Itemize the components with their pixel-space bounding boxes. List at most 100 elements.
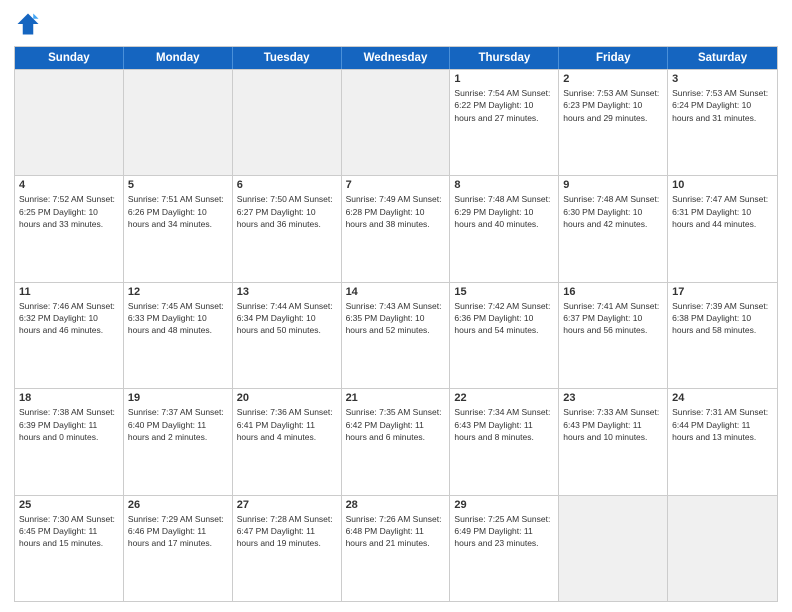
day-info: Sunrise: 7:35 AM Sunset: 6:42 PM Dayligh…	[346, 406, 446, 443]
calendar-day-25: 25 Sunrise: 7:30 AM Sunset: 6:45 PM Dayli…	[15, 496, 124, 601]
day-number: 8	[454, 179, 554, 191]
day-info: Sunrise: 7:38 AM Sunset: 6:39 PM Dayligh…	[19, 406, 119, 443]
day-info: Sunrise: 7:42 AM Sunset: 6:36 PM Dayligh…	[454, 300, 554, 337]
header-day-monday: Monday	[124, 47, 233, 69]
day-number: 21	[346, 392, 446, 404]
calendar-empty-cell	[124, 70, 233, 175]
day-number: 24	[672, 392, 773, 404]
header-day-tuesday: Tuesday	[233, 47, 342, 69]
day-info: Sunrise: 7:52 AM Sunset: 6:25 PM Dayligh…	[19, 193, 119, 230]
calendar-empty-cell	[668, 496, 777, 601]
day-info: Sunrise: 7:47 AM Sunset: 6:31 PM Dayligh…	[672, 193, 773, 230]
header-day-wednesday: Wednesday	[342, 47, 451, 69]
day-info: Sunrise: 7:51 AM Sunset: 6:26 PM Dayligh…	[128, 193, 228, 230]
calendar-day-4: 4 Sunrise: 7:52 AM Sunset: 6:25 PM Daylig…	[15, 176, 124, 281]
day-number: 11	[19, 286, 119, 298]
day-info: Sunrise: 7:29 AM Sunset: 6:46 PM Dayligh…	[128, 513, 228, 550]
day-number: 2	[563, 73, 663, 85]
day-number: 18	[19, 392, 119, 404]
calendar-day-21: 21 Sunrise: 7:35 AM Sunset: 6:42 PM Dayli…	[342, 389, 451, 494]
calendar-day-13: 13 Sunrise: 7:44 AM Sunset: 6:34 PM Dayli…	[233, 283, 342, 388]
calendar-day-11: 11 Sunrise: 7:46 AM Sunset: 6:32 PM Dayli…	[15, 283, 124, 388]
day-number: 20	[237, 392, 337, 404]
day-info: Sunrise: 7:34 AM Sunset: 6:43 PM Dayligh…	[454, 406, 554, 443]
day-number: 29	[454, 499, 554, 511]
day-info: Sunrise: 7:28 AM Sunset: 6:47 PM Dayligh…	[237, 513, 337, 550]
calendar-day-5: 5Sunrise: 7:51 AM Sunset: 6:26 PM Daylig…	[124, 176, 233, 281]
calendar: SundayMondayTuesdayWednesdayThursdayFrid…	[14, 46, 778, 602]
day-info: Sunrise: 7:53 AM Sunset: 6:24 PM Dayligh…	[672, 87, 773, 124]
calendar-day-15: 15 Sunrise: 7:42 AM Sunset: 6:36 PM Dayli…	[450, 283, 559, 388]
calendar-day-16: 16Sunrise: 7:41 AM Sunset: 6:37 PM Dayli…	[559, 283, 668, 388]
calendar-row-1: 4 Sunrise: 7:52 AM Sunset: 6:25 PM Daylig…	[15, 175, 777, 281]
calendar-day-17: 17Sunrise: 7:39 AM Sunset: 6:38 PM Dayli…	[668, 283, 777, 388]
calendar-day-22: 22 Sunrise: 7:34 AM Sunset: 6:43 PM Dayli…	[450, 389, 559, 494]
calendar-day-9: 9 Sunrise: 7:48 AM Sunset: 6:30 PM Daylig…	[559, 176, 668, 281]
day-info: Sunrise: 7:45 AM Sunset: 6:33 PM Dayligh…	[128, 300, 228, 337]
day-info: Sunrise: 7:44 AM Sunset: 6:34 PM Dayligh…	[237, 300, 337, 337]
day-number: 6	[237, 179, 337, 191]
day-info: Sunrise: 7:30 AM Sunset: 6:45 PM Dayligh…	[19, 513, 119, 550]
calendar-day-18: 18 Sunrise: 7:38 AM Sunset: 6:39 PM Dayli…	[15, 389, 124, 494]
day-number: 12	[128, 286, 228, 298]
calendar-row-2: 11 Sunrise: 7:46 AM Sunset: 6:32 PM Dayli…	[15, 282, 777, 388]
calendar-empty-cell	[559, 496, 668, 601]
day-number: 25	[19, 499, 119, 511]
calendar-day-26: 26 Sunrise: 7:29 AM Sunset: 6:46 PM Dayli…	[124, 496, 233, 601]
calendar-day-10: 10 Sunrise: 7:47 AM Sunset: 6:31 PM Dayli…	[668, 176, 777, 281]
logo-icon	[14, 10, 42, 38]
day-info: Sunrise: 7:48 AM Sunset: 6:29 PM Dayligh…	[454, 193, 554, 230]
day-info: Sunrise: 7:36 AM Sunset: 6:41 PM Dayligh…	[237, 406, 337, 443]
day-number: 26	[128, 499, 228, 511]
header-day-saturday: Saturday	[668, 47, 777, 69]
day-number: 9	[563, 179, 663, 191]
calendar-header: SundayMondayTuesdayWednesdayThursdayFrid…	[15, 47, 777, 69]
header-day-friday: Friday	[559, 47, 668, 69]
day-info: Sunrise: 7:48 AM Sunset: 6:30 PM Dayligh…	[563, 193, 663, 230]
calendar-day-6: 6 Sunrise: 7:50 AM Sunset: 6:27 PM Daylig…	[233, 176, 342, 281]
header-day-thursday: Thursday	[450, 47, 559, 69]
calendar-day-12: 12 Sunrise: 7:45 AM Sunset: 6:33 PM Dayli…	[124, 283, 233, 388]
calendar-day-7: 7Sunrise: 7:49 AM Sunset: 6:28 PM Daylig…	[342, 176, 451, 281]
day-info: Sunrise: 7:41 AM Sunset: 6:37 PM Dayligh…	[563, 300, 663, 337]
day-number: 27	[237, 499, 337, 511]
day-info: Sunrise: 7:46 AM Sunset: 6:32 PM Dayligh…	[19, 300, 119, 337]
header-day-sunday: Sunday	[15, 47, 124, 69]
day-number: 10	[672, 179, 773, 191]
day-info: Sunrise: 7:31 AM Sunset: 6:44 PM Dayligh…	[672, 406, 773, 443]
day-number: 7	[346, 179, 446, 191]
day-number: 22	[454, 392, 554, 404]
calendar-row-4: 25 Sunrise: 7:30 AM Sunset: 6:45 PM Dayli…	[15, 495, 777, 601]
calendar-day-3: 3 Sunrise: 7:53 AM Sunset: 6:24 PM Daylig…	[668, 70, 777, 175]
day-number: 13	[237, 286, 337, 298]
day-info: Sunrise: 7:33 AM Sunset: 6:43 PM Dayligh…	[563, 406, 663, 443]
day-number: 4	[19, 179, 119, 191]
day-number: 23	[563, 392, 663, 404]
calendar-day-19: 19 Sunrise: 7:37 AM Sunset: 6:40 PM Dayli…	[124, 389, 233, 494]
day-number: 1	[454, 73, 554, 85]
calendar-row-3: 18 Sunrise: 7:38 AM Sunset: 6:39 PM Dayli…	[15, 388, 777, 494]
calendar-empty-cell	[15, 70, 124, 175]
day-info: Sunrise: 7:25 AM Sunset: 6:49 PM Dayligh…	[454, 513, 554, 550]
day-number: 3	[672, 73, 773, 85]
day-info: Sunrise: 7:53 AM Sunset: 6:23 PM Dayligh…	[563, 87, 663, 124]
calendar-empty-cell	[233, 70, 342, 175]
day-info: Sunrise: 7:37 AM Sunset: 6:40 PM Dayligh…	[128, 406, 228, 443]
day-number: 28	[346, 499, 446, 511]
day-info: Sunrise: 7:26 AM Sunset: 6:48 PM Dayligh…	[346, 513, 446, 550]
calendar-day-14: 14Sunrise: 7:43 AM Sunset: 6:35 PM Dayli…	[342, 283, 451, 388]
calendar-day-2: 2 Sunrise: 7:53 AM Sunset: 6:23 PM Daylig…	[559, 70, 668, 175]
day-number: 19	[128, 392, 228, 404]
logo	[14, 10, 46, 38]
page: SundayMondayTuesdayWednesdayThursdayFrid…	[0, 0, 792, 612]
calendar-empty-cell	[342, 70, 451, 175]
calendar-row-0: 1Sunrise: 7:54 AM Sunset: 6:22 PM Daylig…	[15, 69, 777, 175]
day-number: 14	[346, 286, 446, 298]
calendar-day-29: 29 Sunrise: 7:25 AM Sunset: 6:49 PM Dayli…	[450, 496, 559, 601]
day-number: 17	[672, 286, 773, 298]
day-info: Sunrise: 7:50 AM Sunset: 6:27 PM Dayligh…	[237, 193, 337, 230]
header	[14, 10, 778, 38]
day-number: 15	[454, 286, 554, 298]
calendar-body: 1Sunrise: 7:54 AM Sunset: 6:22 PM Daylig…	[15, 69, 777, 601]
calendar-day-20: 20 Sunrise: 7:36 AM Sunset: 6:41 PM Dayli…	[233, 389, 342, 494]
